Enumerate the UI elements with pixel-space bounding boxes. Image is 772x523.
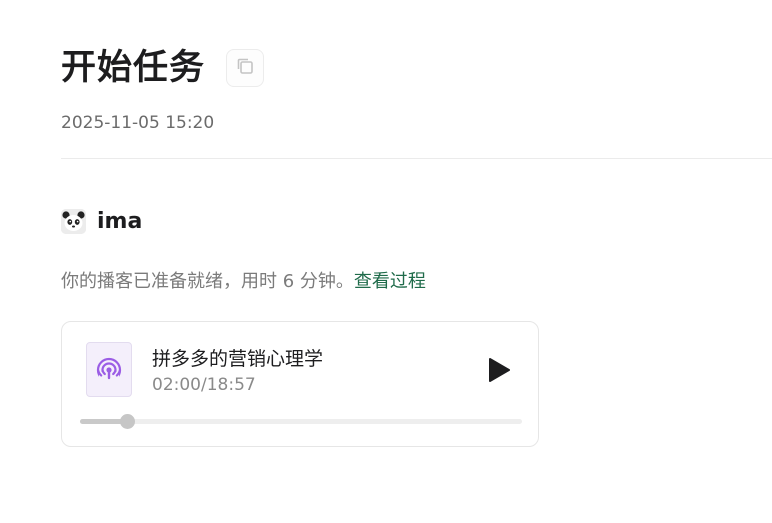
current-time: 02:00 xyxy=(152,375,201,395)
copy-icon xyxy=(235,56,255,80)
podcast-card[interactable]: 拼多多的营销心理学 02:00/18:57 xyxy=(61,321,539,447)
message: 你的播客已准备就绪，用时 6 分钟。查看过程 xyxy=(61,267,426,293)
track-title: 拼多多的营销心理学 xyxy=(152,348,324,370)
sender-name: ima xyxy=(97,209,143,234)
message-text: 你的播客已准备就绪，用时 6 分钟。 xyxy=(61,271,354,292)
title-row: 开始任务 xyxy=(61,44,265,92)
divider xyxy=(61,158,772,159)
play-button[interactable] xyxy=(486,356,512,384)
page-title: 开始任务 xyxy=(61,48,206,88)
timestamp: 2025-11-05 15:20 xyxy=(61,113,215,133)
track-time: 02:00/18:57 xyxy=(152,375,256,395)
page: 开始任务 2025-11-05 15:20 ima 你的播客已准备就绪，用时 6… xyxy=(0,0,772,523)
progress-knob[interactable] xyxy=(119,414,135,429)
progress-track[interactable] xyxy=(80,414,522,429)
play-icon xyxy=(486,358,512,388)
panda-avatar-icon xyxy=(61,209,86,234)
sender: ima xyxy=(61,209,142,234)
podcast-icon xyxy=(86,342,132,397)
duration: 18:57 xyxy=(206,375,256,395)
view-process-link[interactable]: 查看过程 xyxy=(354,271,426,292)
copy-button[interactable] xyxy=(226,49,265,87)
